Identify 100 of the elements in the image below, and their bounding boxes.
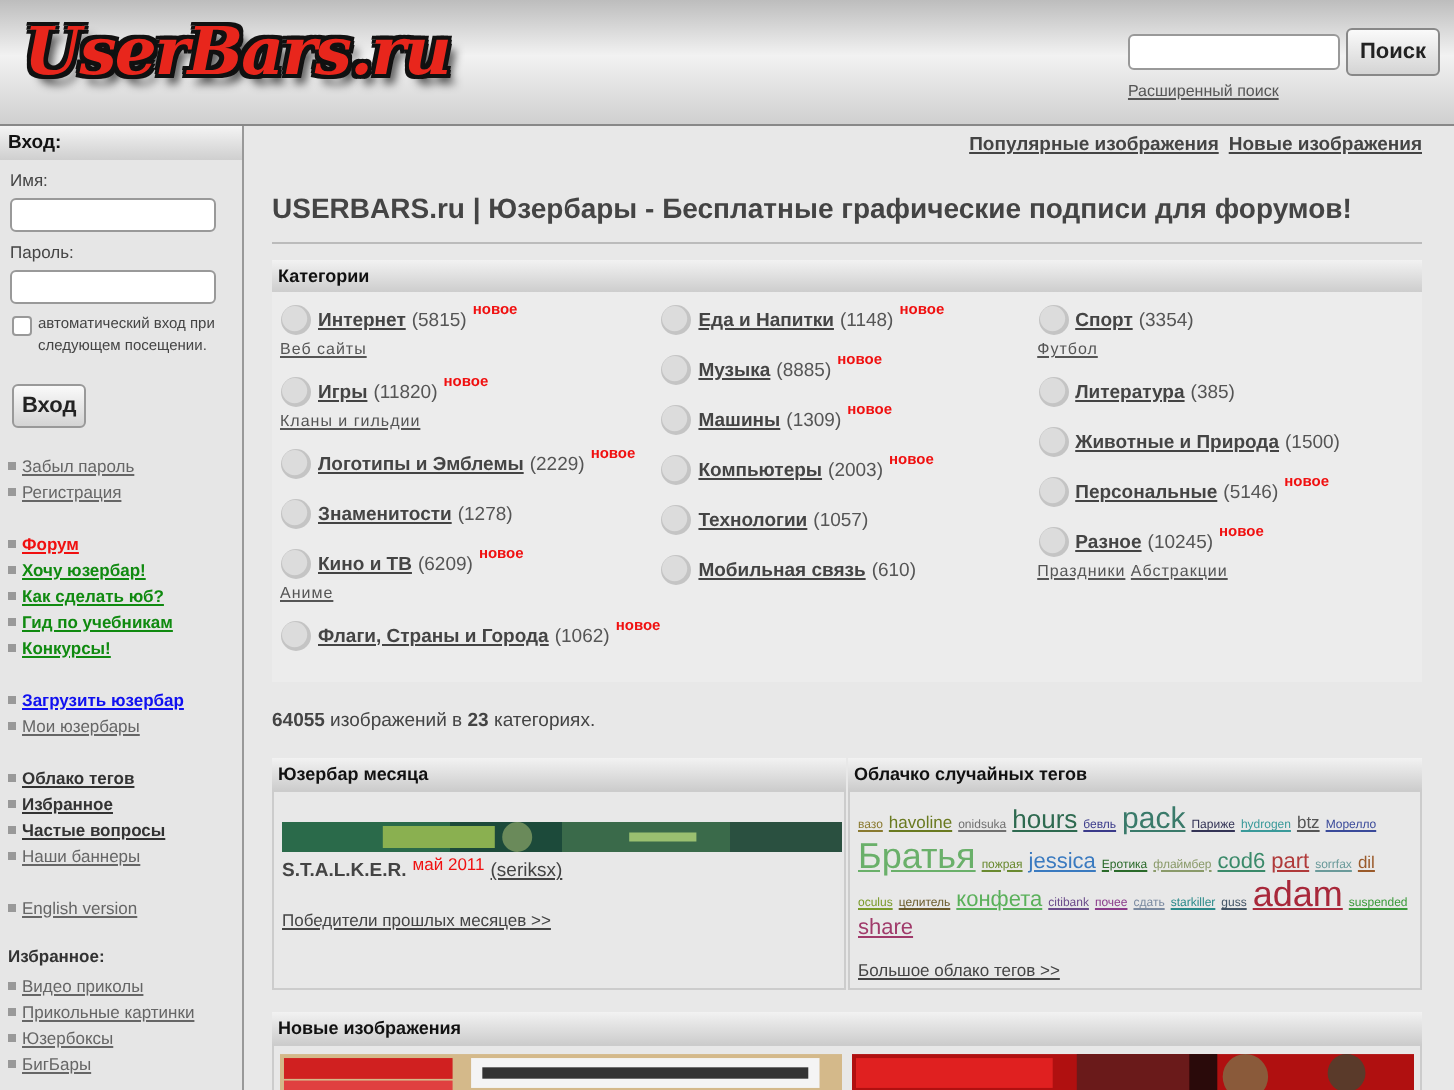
- category-count: (610): [871, 559, 917, 581]
- author-link[interactable]: (seriksx): [490, 860, 563, 882]
- category-link[interactable]: Литература: [1075, 381, 1185, 403]
- subcategory-link[interactable]: Абстракции: [1130, 562, 1228, 580]
- subcategory-link[interactable]: Веб сайты: [280, 340, 367, 358]
- sidebar-link[interactable]: БигБары: [22, 1053, 92, 1073]
- circle-icon: [280, 304, 312, 336]
- bullet-icon: [8, 643, 16, 651]
- category-link[interactable]: Еда и Напитки: [698, 309, 834, 331]
- category-link[interactable]: Персональные: [1075, 481, 1218, 503]
- circle-icon: [1037, 526, 1070, 558]
- tag-link[interactable]: part: [1271, 849, 1310, 874]
- category-link[interactable]: Машины: [698, 409, 781, 431]
- subcategory-link[interactable]: Аниме: [280, 584, 334, 602]
- sidebar-link[interactable]: Наши баннеры: [22, 845, 141, 865]
- circle-icon: [1037, 476, 1070, 508]
- category-count: (8885): [776, 359, 832, 381]
- category-link[interactable]: Разное: [1075, 531, 1142, 553]
- sidebar-link[interactable]: Как сделать юб?: [22, 585, 164, 605]
- sidebar-link[interactable]: Прикольные картинки: [22, 1001, 195, 1021]
- tag-link[interactable]: share: [858, 916, 914, 941]
- advanced-search-link[interactable]: Расширенный поиск: [1127, 82, 1279, 100]
- password-field[interactable]: [10, 270, 216, 304]
- category-count: (1148): [839, 309, 894, 331]
- login-title: Вход:: [0, 126, 242, 160]
- past-winners-link[interactable]: Победители прошлых месяцев >>: [282, 910, 551, 930]
- subcategory-link[interactable]: Футбол: [1037, 340, 1098, 358]
- circle-icon: [660, 454, 693, 486]
- category-link[interactable]: Технологии: [698, 509, 808, 531]
- category-count: (385): [1190, 381, 1235, 403]
- category-link[interactable]: Знаменитости: [318, 503, 452, 525]
- checkbox[interactable]: [12, 316, 32, 336]
- subcategory-link[interactable]: Кланы и гильдии: [280, 412, 421, 430]
- category-link[interactable]: Животные и Природа: [1075, 431, 1279, 453]
- circle-icon: [280, 548, 312, 580]
- search-button[interactable]: Поиск: [1345, 28, 1440, 76]
- field-label: Пароль:: [8, 242, 76, 264]
- field-label: Имя:: [8, 170, 50, 192]
- bullet-icon: [8, 617, 16, 625]
- sidebar-link[interactable]: Избранное: [22, 793, 113, 813]
- tag-link[interactable]: adam: [1252, 876, 1343, 917]
- login-button[interactable]: Вход: [12, 384, 87, 428]
- sidebar-link[interactable]: Загрузить юзербар: [22, 689, 184, 709]
- sidebar-link[interactable]: Видео приколы: [22, 975, 144, 995]
- bullet-icon: [8, 799, 16, 807]
- sidebar-link[interactable]: Гид по учебникам: [22, 611, 173, 631]
- search-field[interactable]: [1127, 34, 1340, 70]
- tag-link[interactable]: jessica: [1028, 849, 1096, 874]
- subcategory-link[interactable]: Праздники: [1037, 562, 1126, 580]
- panel-header: Категории: [272, 260, 1422, 292]
- category-count: (10245): [1147, 531, 1214, 553]
- name-field[interactable]: [10, 198, 216, 232]
- category-link[interactable]: Интернет: [318, 309, 406, 331]
- sidebar-link[interactable]: Облако тегов: [22, 767, 135, 787]
- sidebar-link[interactable]: Мои юзербары: [22, 715, 140, 735]
- nav-link[interactable]: Новые изображения: [1228, 134, 1422, 156]
- tag-link[interactable]: pack: [1122, 804, 1186, 837]
- category-count: (1278): [457, 503, 513, 525]
- category-count: (3354): [1138, 309, 1194, 331]
- tag-link[interactable]: havoline: [888, 814, 953, 833]
- circle-icon: [1037, 426, 1070, 458]
- nav-link[interactable]: Популярные изображения: [969, 134, 1219, 156]
- category-link[interactable]: Компьютеры: [698, 459, 823, 481]
- tag-cloud-link[interactable]: Большое облако тегов >>: [858, 960, 1060, 980]
- bullet-icon: [8, 773, 16, 781]
- sidebar-link[interactable]: Забыл пароль: [22, 455, 135, 475]
- sidebar-link[interactable]: English version: [22, 897, 138, 917]
- category-count: (5815): [411, 309, 467, 331]
- circle-icon: [280, 376, 312, 408]
- category-link[interactable]: Флаги, Страны и Города: [318, 625, 549, 647]
- sidebar-link[interactable]: Регистрация: [22, 481, 122, 501]
- sidebar-link[interactable]: Хочу юзербар!: [22, 559, 146, 579]
- tag-link[interactable]: btz: [1296, 814, 1320, 833]
- tag-link[interactable]: dil: [1357, 853, 1375, 872]
- bullet-icon: [8, 721, 16, 729]
- bullet-icon: [8, 565, 16, 573]
- sidebar-link[interactable]: Частые вопросы: [22, 819, 166, 839]
- category-link[interactable]: Кино и ТВ: [318, 553, 412, 575]
- userbar-date: май 2011: [412, 854, 485, 874]
- tag-link[interactable]: cod6: [1217, 849, 1266, 874]
- category-link[interactable]: Спорт: [1075, 309, 1133, 331]
- category-count: (11820): [373, 381, 438, 403]
- panel-header: Облачко случайных тегов: [848, 758, 1422, 790]
- sidebar-link[interactable]: Юзербоксы: [22, 1027, 114, 1047]
- category-count: (5146): [1223, 481, 1279, 503]
- favorites-title: Избранное:: [6, 946, 107, 966]
- sidebar-link[interactable]: Форум: [22, 533, 79, 553]
- bullet-icon: [8, 903, 16, 911]
- category-link[interactable]: Мобильная связь: [698, 559, 866, 581]
- category-link[interactable]: Логотипы и Эмблемы: [318, 453, 524, 475]
- category-count: (1062): [554, 625, 610, 647]
- tag-link[interactable]: hours: [1012, 806, 1078, 835]
- panel-header: Новые изображения: [272, 1012, 1422, 1044]
- circle-icon: [280, 498, 312, 530]
- circle-icon: [660, 404, 693, 436]
- category-link[interactable]: Музыка: [698, 359, 771, 381]
- sidebar-link[interactable]: Конкурсы!: [22, 637, 111, 657]
- category-link[interactable]: Игры: [318, 381, 368, 403]
- panel-header: Юзербар месяца: [272, 758, 846, 790]
- site-logo[interactable]: UserBars.ru: [24, 12, 450, 90]
